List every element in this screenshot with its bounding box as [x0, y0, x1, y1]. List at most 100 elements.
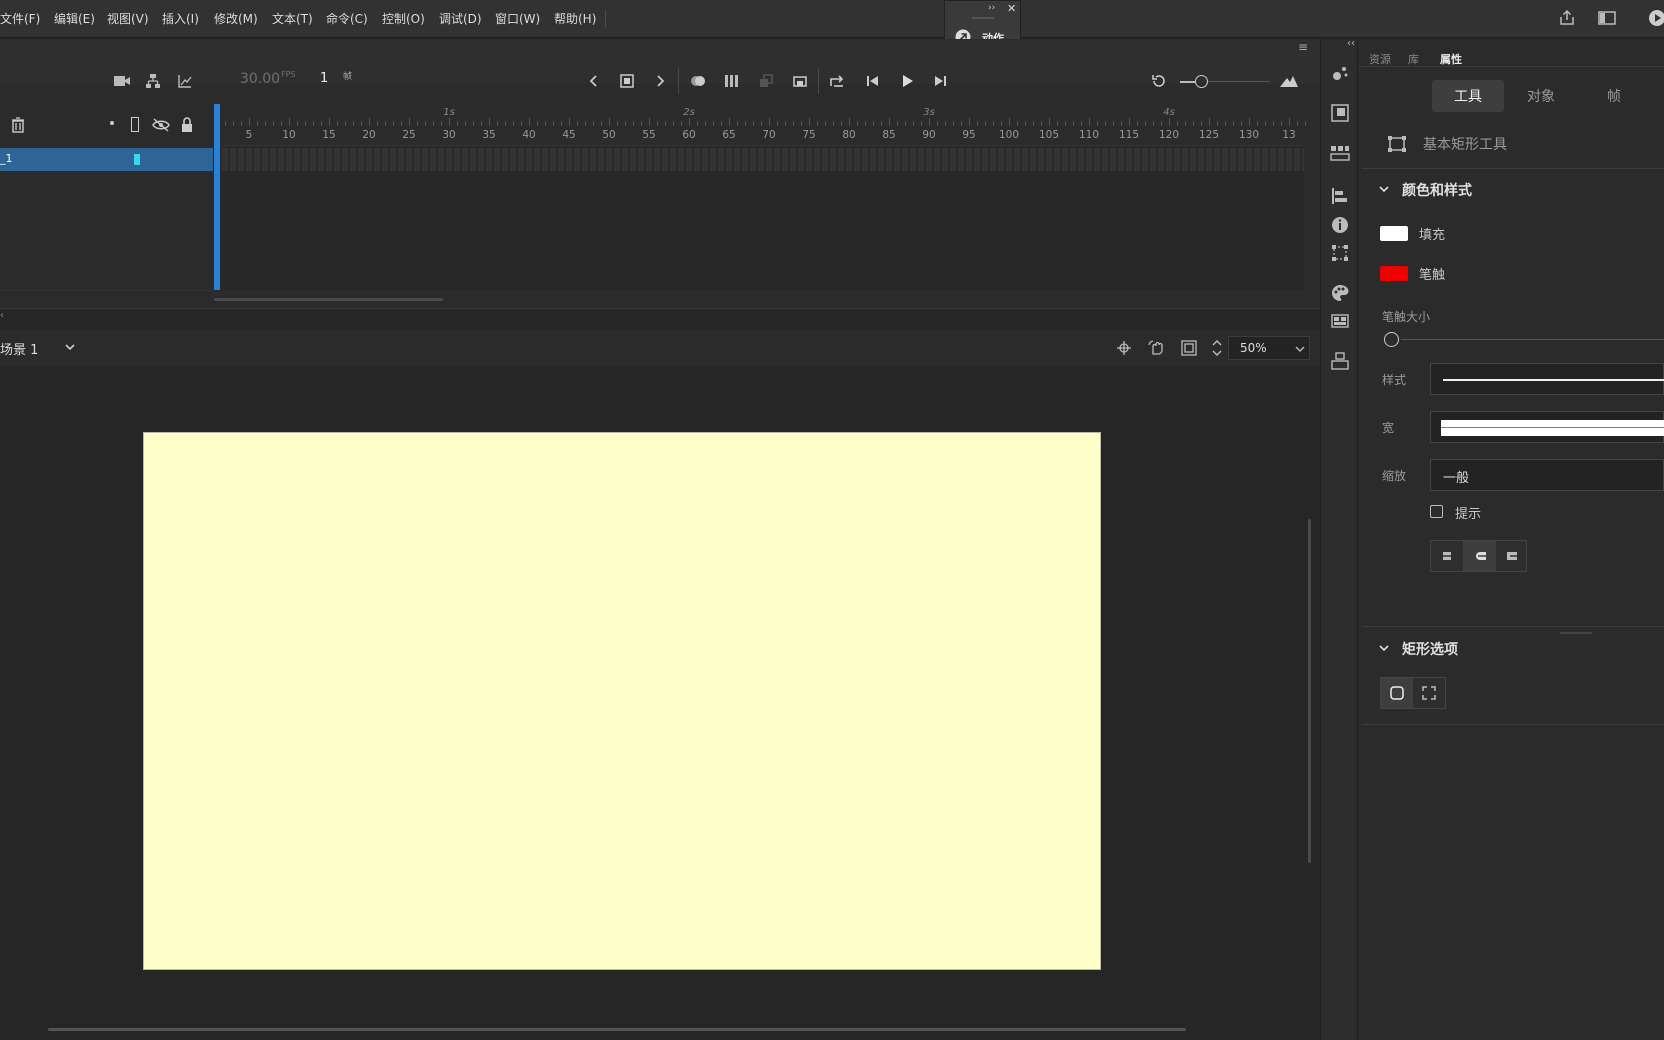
frame-strip[interactable] — [214, 148, 1304, 171]
scene-dropdown-icon[interactable] — [64, 342, 76, 352]
timeline-zoom-minus[interactable] — [1180, 81, 1195, 83]
collapse-icon[interactable]: ‹ — [0, 310, 4, 321]
expand-icon[interactable]: ›› — [988, 3, 995, 13]
frame-tick — [249, 118, 250, 126]
menu-help[interactable]: 帮助(H) — [554, 10, 596, 27]
chevron-down-icon[interactable] — [1378, 184, 1390, 194]
workspace-icon[interactable] — [1598, 10, 1616, 26]
frame-picker-icon[interactable] — [1330, 103, 1350, 123]
frame-ruler[interactable]: 5 10 15 20 25 30 35 40 45 50 55 60 65 70 75 80 85 90 95 100… — [214, 104, 1306, 146]
individual-corners-icon[interactable] — [1422, 686, 1436, 700]
width-profile-select[interactable] — [1430, 411, 1664, 443]
loop-icon[interactable] — [828, 73, 846, 89]
fill-color-swatch[interactable] — [1380, 226, 1408, 241]
tab-library[interactable]: 库 — [1408, 51, 1419, 67]
stage-canvas[interactable] — [143, 432, 1101, 970]
timeline-zoom-max-icon[interactable] — [1279, 74, 1299, 88]
timeline-zoom-slider-handle[interactable] — [1195, 75, 1208, 88]
swatches-icon[interactable] — [1330, 143, 1350, 163]
info-icon[interactable] — [1330, 215, 1350, 235]
prev-keyframe-icon[interactable] — [588, 74, 598, 88]
menu-view[interactable]: 视图(V) — [107, 10, 149, 27]
highlight-layers-icon[interactable] — [110, 121, 114, 125]
delete-layer-icon[interactable] — [11, 117, 25, 133]
test-movie-icon[interactable] — [1648, 9, 1664, 27]
zoom-field[interactable]: 50% — [1228, 336, 1310, 360]
stroke-size-slider-track[interactable] — [1401, 339, 1664, 340]
color-palette-icon[interactable] — [1330, 283, 1350, 303]
motion-presets-icon[interactable] — [1330, 63, 1350, 83]
drag-handle[interactable] — [972, 17, 994, 19]
segment-tool[interactable]: 工具 — [1432, 80, 1504, 112]
play-icon[interactable] — [900, 74, 914, 88]
playhead[interactable] — [214, 104, 220, 290]
segment-frame[interactable]: 帧 — [1578, 80, 1650, 112]
next-keyframe-icon[interactable] — [656, 74, 666, 88]
tab-assets[interactable]: 资源 — [1369, 51, 1391, 67]
tab-properties[interactable]: 属性 — [1440, 51, 1462, 67]
layer-parenting-icon[interactable] — [145, 73, 161, 89]
scale-select[interactable]: 一般 — [1430, 459, 1664, 491]
collapse-panels-icon[interactable]: ‹‹ — [1347, 38, 1355, 49]
timeline-zoom-track[interactable] — [1208, 81, 1270, 82]
menu-text[interactable]: 文本(T) — [272, 10, 313, 27]
menu-control[interactable]: 控制(O) — [382, 10, 425, 27]
close-icon[interactable]: ✕ — [1007, 2, 1016, 15]
clip-content-icon[interactable] — [1181, 340, 1197, 356]
components-icon[interactable] — [1330, 311, 1350, 331]
menu-modify[interactable]: 修改(M) — [214, 10, 258, 27]
menu-commands[interactable]: 命令(C) — [326, 10, 368, 27]
layer-name[interactable]: _1 — [0, 152, 13, 165]
zoom-dropdown-icon[interactable] — [1295, 345, 1305, 353]
lock-layers-icon[interactable] — [180, 117, 194, 133]
frame-tick — [1241, 121, 1242, 126]
fit-timeline-icon[interactable] — [1150, 73, 1168, 89]
timeline-horizontal-scrollbar[interactable] — [214, 298, 443, 301]
menu-debug[interactable]: 调试(D) — [439, 10, 482, 27]
menu-edit[interactable]: 编辑(E) — [54, 10, 95, 27]
camera-icon[interactable] — [113, 74, 131, 88]
fps-value[interactable]: 30.00 — [240, 71, 280, 87]
menu-window[interactable]: 窗口(W) — [495, 10, 540, 27]
hide-layers-icon[interactable] — [152, 118, 170, 132]
step-forward-icon[interactable] — [933, 74, 947, 88]
center-stage-icon[interactable] — [1116, 340, 1132, 356]
edit-multiple-frames-icon[interactable] — [724, 73, 740, 89]
menu-insert[interactable]: 插入(I) — [162, 10, 199, 27]
menu-file[interactable]: 文件(F) — [0, 10, 40, 27]
layer-color-swatch[interactable] — [134, 154, 140, 165]
chevron-down-icon[interactable] — [1378, 643, 1390, 653]
section-resize-handle[interactable] — [1560, 632, 1592, 634]
square-cap-icon[interactable] — [1504, 548, 1520, 564]
stroke-color-swatch[interactable] — [1380, 266, 1408, 281]
scene-name[interactable]: 场景 1 — [0, 339, 38, 358]
butt-cap-icon[interactable] — [1440, 548, 1454, 564]
segment-object[interactable]: 对象 — [1505, 80, 1577, 112]
layer-row[interactable]: _1 — [0, 148, 213, 171]
transform-icon[interactable] — [1330, 243, 1350, 263]
zoom-stepper-icon[interactable] — [1211, 338, 1223, 358]
share-icon[interactable] — [1558, 9, 1576, 27]
stage-vertical-scrollbar[interactable] — [1308, 519, 1311, 863]
hint-checkbox[interactable] — [1430, 505, 1443, 518]
panel-menu-icon[interactable]: ≡ — [1298, 40, 1308, 54]
step-back-icon[interactable] — [866, 74, 880, 88]
round-cap-icon[interactable] — [1472, 548, 1488, 564]
outline-layers-icon[interactable] — [131, 117, 139, 132]
zoom-value[interactable]: 50% — [1240, 341, 1267, 355]
insert-keyframe-icon[interactable] — [619, 73, 635, 89]
rounded-corners-icon[interactable] — [1390, 686, 1404, 700]
stroke-size-slider-handle[interactable] — [1384, 332, 1399, 347]
color-style-title[interactable]: 颜色和样式 — [1402, 180, 1472, 200]
frame-tick — [1249, 118, 1250, 126]
current-frame[interactable]: 1 — [320, 71, 328, 86]
onion-skin-icon[interactable] — [689, 73, 707, 89]
loop-playback-icon[interactable] — [792, 73, 808, 89]
tweening-graph-icon[interactable] — [177, 73, 193, 89]
rect-options-title[interactable]: 矩形选项 — [1402, 639, 1458, 659]
rotate-hand-icon[interactable] — [1148, 339, 1166, 357]
scene-panel-icon[interactable] — [1330, 351, 1350, 371]
stroke-style-select[interactable] — [1430, 363, 1664, 395]
stage-horizontal-scrollbar[interactable] — [48, 1028, 1186, 1031]
align-icon[interactable] — [1330, 186, 1350, 206]
